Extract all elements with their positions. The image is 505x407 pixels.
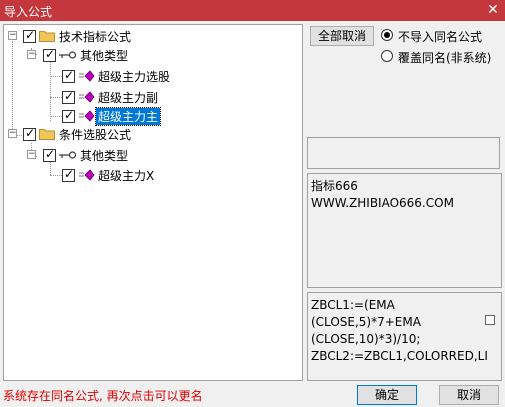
checkbox[interactable]: ✓ — [62, 89, 75, 104]
formula-icon — [79, 70, 95, 82]
code-line: ZBCL1:=(EMA — [311, 298, 395, 312]
formula-icon — [79, 110, 95, 122]
radio-label: 不导入同名公式 — [398, 30, 483, 44]
empty-panel — [307, 137, 500, 169]
code-line: (CLOSE,5)*7+EMA — [311, 315, 421, 329]
collapse-icon[interactable]: − — [8, 31, 17, 40]
window-title: 导入公式 — [4, 5, 53, 19]
ok-button[interactable]: 确定 — [357, 385, 417, 405]
key-icon — [59, 151, 77, 159]
check-icon: ✓ — [64, 108, 75, 122]
collapse-icon[interactable]: − — [27, 150, 36, 159]
tree-item-label: 超级主力副 — [98, 91, 159, 105]
collapse-icon[interactable]: − — [8, 129, 17, 138]
tree-node-label: 其他类型 — [80, 49, 129, 63]
formula-tree: − ✓ 技术指标公式 − ✓ 其他类型 ✓ 超级主力选股 ✓ 超级主力副 ✓ 超… — [3, 24, 303, 381]
check-icon: ✓ — [25, 126, 36, 140]
checkbox[interactable]: ✓ — [43, 47, 56, 62]
folder-icon — [39, 129, 55, 140]
description-line: 指标666 — [311, 179, 358, 193]
deselect-all-button[interactable]: 全部取消 — [310, 26, 374, 46]
formula-icon — [79, 169, 95, 181]
collapse-icon[interactable]: − — [27, 50, 36, 59]
code-line: (CLOSE,10)*3)/10; — [311, 332, 421, 346]
checkbox[interactable]: ✓ — [62, 68, 75, 83]
radio-label: 覆盖同名(非系统) — [398, 51, 492, 65]
radio-overwrite-duplicates[interactable]: 覆盖同名(非系统) — [381, 49, 503, 65]
tree-node-other-types[interactable]: − ✓ 其他类型 — [4, 46, 204, 64]
checkbox[interactable]: ✓ — [23, 28, 36, 43]
description-line: WWW.ZHIBIAO666.COM — [311, 196, 454, 210]
tree-item-label: 超级主力选股 — [98, 70, 171, 84]
check-icon: ✓ — [64, 167, 75, 181]
code-line: ZBCL2:=ZBCL1,COLORRED,LI — [311, 349, 488, 363]
formula-code-box[interactable]: ZBCL1:=(EMA (CLOSE,5)*7+EMA (CLOSE,10)*3… — [307, 292, 502, 381]
tree-item-formula[interactable]: ✓ 超级主力X — [4, 166, 204, 184]
radio-button[interactable] — [381, 29, 393, 41]
checkbox[interactable]: ✓ — [62, 167, 75, 182]
tree-node-other-types[interactable]: − ✓ 其他类型 — [4, 146, 204, 164]
checkbox[interactable]: ✓ — [43, 147, 56, 162]
check-icon: ✓ — [45, 47, 56, 61]
check-icon: ✓ — [64, 68, 75, 82]
status-message: 系统存在同名公式, 再次点击可以更名 — [3, 389, 203, 403]
tree-node-label: 其他类型 — [80, 149, 129, 163]
radio-dot — [384, 32, 390, 38]
folder-icon — [39, 31, 55, 42]
tree-item-formula[interactable]: ✓ 超级主力副 — [4, 88, 204, 106]
description-box: 指标666 WWW.ZHIBIAO666.COM — [307, 173, 502, 288]
formula-icon — [79, 91, 95, 103]
close-icon[interactable]: ✕ — [485, 2, 501, 18]
radio-button[interactable] — [381, 50, 393, 62]
title-bar: 导入公式 ✕ — [0, 0, 505, 21]
tree-node-label: 条件选股公式 — [59, 128, 132, 142]
cancel-button[interactable]: 取消 — [439, 385, 499, 405]
tree-item-label-selected: 超级主力主 — [94, 107, 162, 126]
scroll-indicator-box[interactable] — [485, 315, 495, 325]
key-icon — [59, 51, 77, 59]
tree-node-tech-indicator[interactable]: − ✓ 技术指标公式 — [4, 27, 204, 45]
tree-node-label: 技术指标公式 — [59, 30, 132, 44]
check-icon: ✓ — [25, 28, 36, 42]
tree-item-formula[interactable]: ✓ 超级主力选股 — [4, 67, 204, 85]
tree-item-formula[interactable]: ✓ 超级主力主 — [4, 107, 204, 126]
check-icon: ✓ — [45, 147, 56, 161]
tree-node-condition-selection[interactable]: − ✓ 条件选股公式 — [4, 125, 204, 143]
check-icon: ✓ — [64, 89, 75, 103]
radio-skip-duplicates[interactable]: 不导入同名公式 — [381, 28, 501, 44]
tree-item-label: 超级主力X — [98, 169, 155, 183]
checkbox[interactable]: ✓ — [23, 126, 36, 141]
checkbox[interactable]: ✓ — [62, 108, 75, 123]
